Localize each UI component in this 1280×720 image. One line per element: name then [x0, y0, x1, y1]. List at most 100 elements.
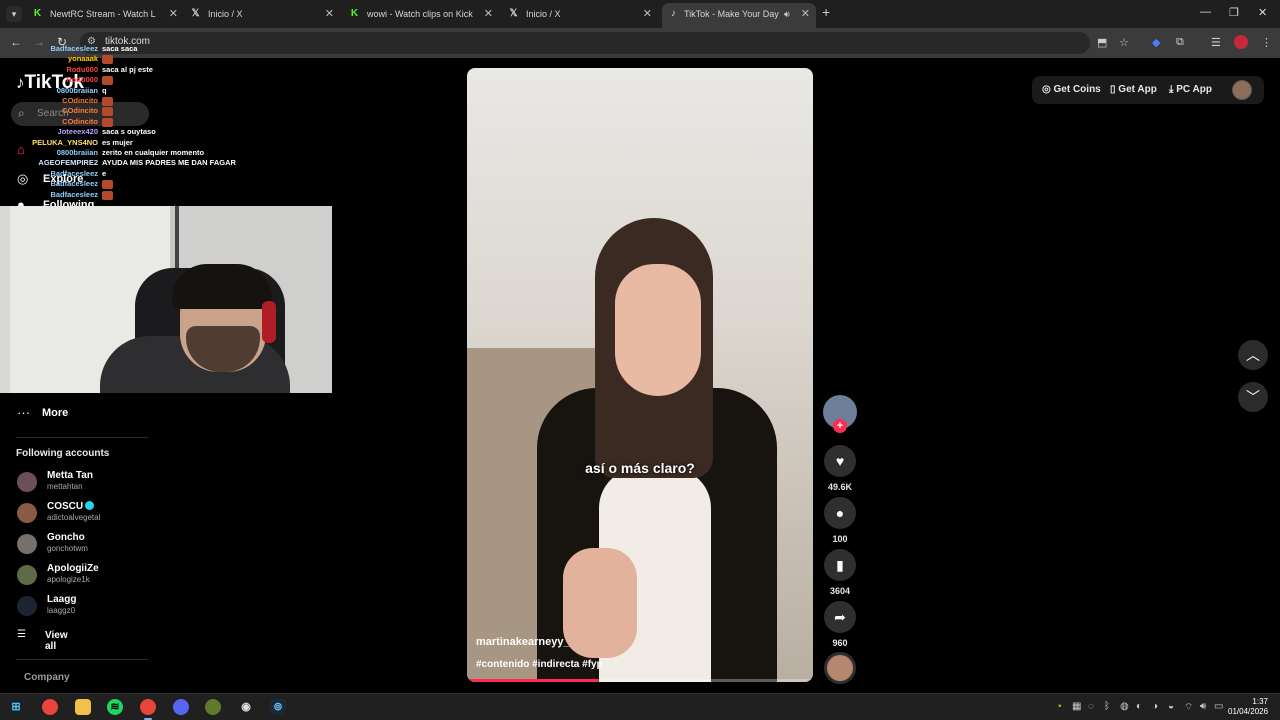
tray-app-icon[interactable]: ◒	[1168, 701, 1174, 712]
account-handle: gonchotwm	[47, 544, 88, 553]
share-count: 960	[832, 638, 848, 648]
extension-shield-icon[interactable]: ◆	[1152, 36, 1160, 49]
volume-icon[interactable]: 🔊︎	[1200, 701, 1206, 712]
music-disc-avatar[interactable]	[824, 652, 856, 684]
video-author[interactable]: martinakearneyy_	[476, 636, 570, 648]
close-tab-icon[interactable]: ✕	[643, 3, 652, 25]
bookmark-star-icon[interactable]: ☆	[1119, 36, 1129, 49]
tab-inicio-x-1[interactable]: 𝕏 Inicio / X ✕	[190, 3, 334, 25]
tray-app-icon[interactable]: ◌	[1088, 701, 1094, 712]
chat-username: COdincito	[62, 96, 98, 105]
share-button[interactable]: ➦	[824, 601, 856, 633]
chevron-up-icon: ︿	[1246, 347, 1260, 363]
clock-time: 1:37	[1252, 697, 1268, 706]
reading-list-icon[interactable]: ☰	[1211, 36, 1221, 49]
previous-video-button[interactable]: ︿	[1238, 340, 1268, 370]
extensions-icon[interactable]: ⧉	[1176, 36, 1184, 49]
more-dots-icon: ···	[17, 405, 30, 420]
chat-username: COdincito	[62, 116, 98, 126]
chat-message-text: saca s ouytaso	[102, 127, 156, 137]
comment-icon: ●	[835, 505, 845, 521]
tab-wowi-kick[interactable]: K wowi - Watch clips on Kick ✕	[349, 3, 493, 25]
account-name-text: Laagg	[47, 594, 77, 605]
get-app-button[interactable]: ▯ Get App	[1110, 84, 1157, 95]
close-window-icon[interactable]: ✕	[1258, 6, 1267, 19]
comment-button[interactable]: ●	[824, 497, 856, 529]
kick-icon: K	[33, 8, 42, 19]
discord-icon[interactable]	[173, 699, 189, 715]
tab-newtrc-stream[interactable]: K NewtRC Stream - Watch Live o ✕	[32, 3, 178, 25]
save-button[interactable]: ▮	[824, 549, 856, 581]
new-tab-button[interactable]: +	[822, 4, 830, 20]
windows-start-icon[interactable]: ⊞	[8, 699, 24, 715]
chat-emote-icon	[102, 55, 113, 65]
video-hashtags[interactable]: #contenido #indirecta #fyp	[476, 659, 603, 670]
obs-icon[interactable]: ◉	[238, 699, 254, 715]
tiktok-note-icon: ♪	[16, 73, 25, 92]
tray-app-icon[interactable]: ◑	[1152, 701, 1158, 712]
chevron-down-icon: ﹀	[1246, 389, 1260, 405]
clock-date: 01/04/2026	[1228, 707, 1269, 716]
minimize-icon[interactable]: —	[1200, 6, 1211, 18]
chat-username: Badfacesleez	[50, 168, 98, 178]
close-tab-icon[interactable]: ✕	[801, 3, 810, 25]
account-handle: apologize1k	[47, 575, 90, 584]
pc-app-button[interactable]: ⤓ PC App	[1169, 84, 1212, 95]
chat-emote-icon	[102, 107, 113, 117]
browser-tab-bar: ▾ K NewtRC Stream - Watch Live o ✕ 𝕏 Ini…	[0, 0, 1280, 28]
tray-app-icon[interactable]: ▦	[1072, 701, 1081, 712]
chat-username: Badfacesleez	[50, 179, 98, 189]
install-app-icon[interactable]: ⬒	[1097, 36, 1107, 49]
chrome-active-icon[interactable]	[140, 699, 156, 720]
follow-plus-icon[interactable]: +	[833, 419, 847, 433]
tab-inicio-x-2[interactable]: 𝕏 Inicio / X ✕	[508, 3, 652, 25]
address-bar-row: ← → ↻ ⚙︎ tiktok.com ⬒ ☆ ◆ ⧉ ☰ ⋮	[0, 28, 1280, 58]
get-coins-button[interactable]: ◎ Get Coins	[1042, 84, 1101, 95]
account-name-text: Metta Tan	[47, 470, 93, 481]
browser-menu-icon[interactable]: ⋮	[1261, 36, 1272, 49]
explore-icon[interactable]: ◎	[17, 171, 28, 187]
verified-badge-icon	[85, 501, 95, 510]
next-video-button[interactable]: ﹀	[1238, 382, 1268, 412]
omnibox[interactable]: ⚙︎ tiktok.com	[80, 32, 1090, 54]
chat-message-text: saca al pj este	[102, 64, 153, 74]
file-explorer-icon[interactable]	[75, 699, 91, 715]
speaker-icon[interactable]: 🔊︎	[784, 3, 790, 25]
game-launcher-icon[interactable]	[205, 699, 221, 715]
steam-icon[interactable]: ⊚	[270, 699, 286, 715]
norton-icon[interactable]: ◍	[1120, 701, 1129, 712]
account-avatar	[17, 534, 37, 554]
system-clock[interactable]: 1:37 01/04/2026	[1228, 697, 1268, 717]
tray-app-icon[interactable]: ◐	[1136, 701, 1142, 712]
video-player[interactable]: así o más claro? martinakearneyy_ #conte…	[467, 68, 813, 682]
close-tab-icon[interactable]: ✕	[484, 3, 493, 25]
chat-message-text: zerito en cualquier momento	[102, 148, 205, 157]
tab-search-button[interactable]: ▾	[6, 6, 22, 22]
account-name-text: ApologiiZe	[47, 563, 99, 574]
following-accounts-title: Following accounts	[16, 448, 110, 459]
chrome-icon[interactable]	[42, 699, 58, 715]
nvidia-tray-icon[interactable]: ▪	[1058, 701, 1062, 712]
tab-title: Inicio / X	[526, 9, 561, 19]
for-you-icon[interactable]: ⌂	[17, 142, 25, 157]
close-tab-icon[interactable]: ✕	[169, 3, 178, 25]
video-progress-bar[interactable]	[467, 679, 813, 682]
browser-profile-avatar[interactable]	[1234, 35, 1248, 49]
phone-icon: ▯	[1110, 84, 1116, 95]
battery-icon[interactable]: ▭	[1214, 701, 1223, 712]
back-icon[interactable]: ←	[10, 35, 22, 49]
like-button[interactable]: ♥	[824, 445, 856, 477]
footer-company-link[interactable]: Company	[24, 672, 70, 683]
chat-message-text: e	[102, 168, 107, 178]
chat-message-text: es mujer	[102, 137, 133, 147]
bluetooth-icon[interactable]: ᛒ	[1104, 701, 1110, 712]
tab-tiktok-active[interactable]: ♪ TikTok - Make Your Day 🔊︎ ✕	[662, 3, 816, 28]
user-avatar[interactable]	[1232, 80, 1252, 100]
restore-icon[interactable]: ❐	[1229, 6, 1239, 19]
spotify-icon[interactable]: ≋	[107, 699, 123, 715]
forward-icon[interactable]: →	[33, 35, 45, 49]
get-app-label: Get App	[1118, 84, 1157, 95]
wifi-icon[interactable]: ⌔	[1184, 701, 1193, 714]
close-tab-icon[interactable]: ✕	[325, 3, 334, 25]
account-name: COSCU	[47, 501, 95, 512]
